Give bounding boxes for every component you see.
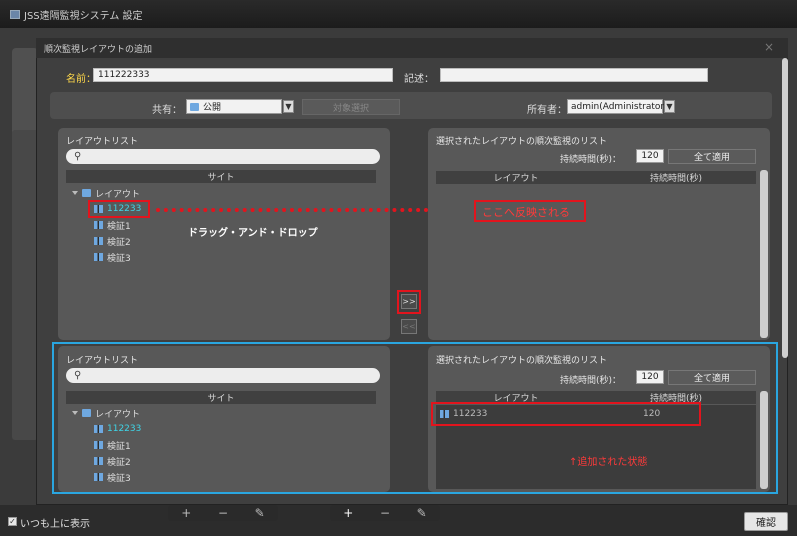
apply-all-button[interactable]: 全て適用	[668, 149, 756, 164]
after-state-annotation: ↑追加された状態	[569, 457, 648, 468]
search-input[interactable]: ⚲	[66, 149, 380, 164]
sequence-column-header: レイアウト 持続時間(秒)	[436, 171, 756, 184]
site-column-header: サイト	[66, 170, 376, 183]
always-on-top-checkbox[interactable]: ✓	[8, 517, 17, 526]
layout-list-title: レイアウトリスト	[66, 356, 139, 366]
add-icon[interactable]: +	[181, 506, 191, 520]
drop-target-annotation: ここへ反映される	[482, 206, 570, 219]
layout-tree: レイアウト 112233 検証1 検証2 検証3	[72, 405, 292, 485]
expand-icon	[72, 191, 78, 195]
layout-icon	[94, 457, 103, 465]
site-column: サイト	[207, 394, 235, 404]
tree-item[interactable]: 検証3	[72, 249, 292, 265]
tree-item-label: 検証3	[107, 473, 131, 484]
layout-folder-icon	[82, 189, 91, 197]
layout-icon	[94, 473, 103, 481]
tree-root[interactable]: レイアウト	[72, 405, 292, 421]
tree-item-label: 検証3	[107, 253, 131, 264]
share-select[interactable]: 公開	[186, 99, 282, 114]
add-to-sequence-button[interactable]: >>	[401, 294, 417, 309]
tree-root[interactable]: レイアウト	[72, 185, 292, 201]
drag-arrow-line	[156, 208, 452, 212]
confirm-button[interactable]: 確認	[744, 512, 788, 531]
site-column-header: サイト	[66, 391, 376, 404]
layout-icon	[94, 253, 103, 261]
tree-item-label: 検証2	[107, 457, 131, 468]
search-icon: ⚲	[74, 370, 82, 381]
layout-icon	[94, 237, 103, 245]
duration-column: 持続時間(秒)	[649, 174, 703, 184]
toolbar-right: + − ✎	[330, 505, 440, 521]
search-icon: ⚲	[74, 151, 82, 162]
duration-input[interactable]: 120	[636, 149, 664, 163]
tree-item-label: 112233	[107, 424, 142, 434]
added-row-highlight	[431, 402, 701, 426]
app-title: JSS遠隔監視システム 設定	[24, 10, 143, 22]
edit-icon[interactable]: ✎	[417, 506, 427, 520]
remove-icon[interactable]: −	[218, 506, 228, 520]
app-titlebar: JSS遠隔監視システム 設定	[0, 0, 797, 28]
dialog-title: 順次監視レイアウトの追加	[36, 38, 788, 58]
sequence-list-title: 選択されたレイアウトの順次監視のリスト	[436, 137, 608, 147]
chevron-down-icon[interactable]: ▼	[283, 100, 294, 113]
share-value: 公開	[203, 103, 222, 113]
apply-all-button[interactable]: 全て適用	[668, 370, 756, 385]
description-label: 記述：	[404, 74, 434, 85]
name-label: 名前：	[66, 74, 96, 85]
tree-item[interactable]: 検証2	[72, 453, 292, 469]
tree-item[interactable]: 112233	[72, 421, 292, 437]
toolbar-left: + − ✎	[168, 505, 278, 521]
public-icon	[190, 102, 199, 111]
layout-column: レイアウト	[493, 174, 539, 184]
search-input[interactable]: ⚲	[66, 368, 380, 383]
owner-label: 所有者：	[527, 105, 567, 116]
left-sidebar-list	[12, 130, 38, 440]
drag-drop-annotation: ドラッグ・アンド・ドロップ	[188, 228, 318, 239]
duration-label: 持続時間(秒)：	[560, 376, 622, 386]
tree-root-label: レイアウト	[95, 409, 141, 420]
tree-item[interactable]: 検証1	[72, 437, 292, 453]
owner-select[interactable]: admin(Administrators)	[567, 99, 672, 114]
site-column: サイト	[207, 173, 235, 183]
dialog-scrollbar[interactable]	[782, 58, 788, 358]
layout-folder-icon	[82, 409, 91, 417]
duration-label: 持続時間(秒)：	[560, 155, 622, 165]
drag-source-highlight	[88, 200, 150, 218]
tree-item-label: 検証1	[107, 441, 131, 452]
layout-icon	[94, 221, 103, 229]
remove-icon[interactable]: −	[380, 506, 390, 520]
tree-item-label: 検証2	[107, 237, 131, 248]
sequence-list-title: 選択されたレイアウトの順次監視のリスト	[436, 356, 608, 366]
tree-item[interactable]: 検証3	[72, 469, 292, 485]
edit-icon[interactable]: ✎	[255, 506, 265, 520]
share-label: 共有：	[152, 105, 182, 116]
close-icon[interactable]: ×	[764, 40, 780, 56]
sequence-scrollbar[interactable]	[760, 391, 768, 489]
chevron-down-icon[interactable]: ▼	[664, 100, 675, 113]
tree-item-label: 検証1	[107, 221, 131, 232]
layout-icon	[94, 441, 103, 449]
always-on-top-label: いつも上に表示	[20, 519, 90, 530]
sequence-scrollbar[interactable]	[760, 170, 768, 338]
layout-icon	[94, 425, 103, 433]
remove-from-sequence-button[interactable]: <<	[401, 319, 417, 334]
app-icon	[10, 9, 20, 19]
name-input[interactable]: 111222333	[93, 68, 393, 82]
target-select-button[interactable]: 対象選択	[302, 99, 400, 115]
layout-list-title: レイアウトリスト	[66, 137, 139, 147]
description-input[interactable]	[440, 68, 708, 82]
add-icon[interactable]: +	[343, 506, 353, 520]
expand-icon	[72, 411, 78, 415]
tree-root-label: レイアウト	[95, 189, 141, 200]
duration-input[interactable]: 120	[636, 370, 664, 384]
